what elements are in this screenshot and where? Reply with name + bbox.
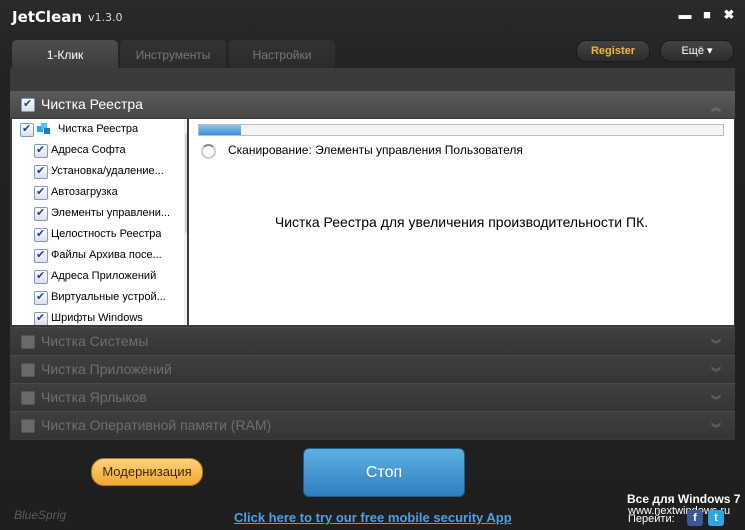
section-ram-checkbox[interactable] xyxy=(21,419,35,433)
section-shortcuts-label: Чистка Ярлыков xyxy=(41,389,147,405)
scan-content-area: Сканирование: Элементы управления Пользо… xyxy=(189,119,734,325)
scan-message: Чистка Реестра для увеличения производит… xyxy=(274,214,649,230)
section-ram-label: Чистка Оперативной памяти (RAM) xyxy=(41,417,272,433)
section-apps-header[interactable]: Чистка Приложений ︾ xyxy=(10,355,735,383)
loading-spinner-icon xyxy=(201,144,216,159)
watermark-title: Все для Windows 7 xyxy=(627,492,741,506)
tree-item-checkbox[interactable] xyxy=(34,227,48,242)
brand-logo: BlueSprig xyxy=(14,508,67,522)
tree-item-label: Файлы Архива посе... xyxy=(51,249,162,261)
tree-root-checkbox[interactable] xyxy=(20,122,34,137)
tree-item-label: Адреса Софта xyxy=(51,144,126,156)
chevron-down-icon[interactable]: ︾ xyxy=(711,392,721,407)
registry-tree-list: Чистка Реестра Адреса Софта Установка/уда… xyxy=(12,119,187,325)
app-title: JetClean xyxy=(12,8,83,26)
chevron-up-icon[interactable]: ︽ xyxy=(711,99,721,114)
tree-item-row[interactable]: Адреса Приложений xyxy=(12,266,172,287)
tab-settings[interactable]: Настройки xyxy=(229,40,335,68)
app-version: v1.3.0 xyxy=(88,11,123,24)
scroll-up-icon[interactable]: ▲ xyxy=(184,119,187,133)
app-window: JetClean v1.3.0 ▬ ■ ✖ 1-Клик Инструменты… xyxy=(0,0,745,530)
section-apps-checkbox[interactable] xyxy=(21,363,35,377)
section-shortcuts-header[interactable]: Чистка Ярлыков ︾ xyxy=(10,383,735,411)
section-system-header[interactable]: Чистка Системы ︾ xyxy=(10,327,735,355)
register-button[interactable]: Register xyxy=(576,40,650,62)
minimize-icon[interactable]: ▬ xyxy=(678,8,692,22)
more-dropdown-button[interactable]: Ещё ▾ xyxy=(660,40,734,62)
maximize-icon[interactable]: ■ xyxy=(700,8,714,22)
facebook-icon[interactable]: f xyxy=(687,510,703,526)
tab-tools[interactable]: Инструменты xyxy=(120,40,226,68)
tree-item-label: Элементы управлени... xyxy=(51,207,171,219)
section-apps-label: Чистка Приложений xyxy=(41,361,172,377)
title-bar[interactable]: JetClean v1.3.0 ▬ ■ ✖ xyxy=(0,0,745,32)
section-registry-header[interactable]: Чистка Реестра ︽ xyxy=(10,91,735,118)
section-registry-checkbox[interactable] xyxy=(21,97,35,112)
scan-progress-fill xyxy=(199,125,241,135)
scroll-down-icon[interactable]: ▼ xyxy=(184,311,187,325)
tree-item-checkbox[interactable] xyxy=(34,311,48,325)
chevron-down-icon[interactable]: ︾ xyxy=(711,336,721,351)
tree-item-row[interactable]: Элементы управлени... xyxy=(12,203,172,224)
section-shortcuts-checkbox[interactable] xyxy=(21,391,35,405)
tree-item-label: Целостность Реестра xyxy=(51,228,162,240)
tree-item-checkbox[interactable] xyxy=(34,143,48,158)
tree-item-checkbox[interactable] xyxy=(34,206,48,221)
watermark-follow: Перейти: xyxy=(628,513,675,525)
tree-root-label: Чистка Реестра xyxy=(58,123,139,135)
twitter-icon[interactable]: t xyxy=(708,510,724,526)
scan-progress-bar xyxy=(198,124,724,136)
tree-item-checkbox[interactable] xyxy=(34,269,48,284)
tree-item-label: Шрифты Windows xyxy=(51,312,143,324)
scan-status-text: Сканирование: Элементы управления Пользо… xyxy=(228,143,523,157)
tree-item-label: Адреса Приложений xyxy=(51,270,157,282)
tree-item-row[interactable]: Шрифты Windows xyxy=(12,308,172,325)
scrollbar-thumb[interactable] xyxy=(185,133,187,233)
tree-item-row[interactable]: Файлы Архива посе... xyxy=(12,245,172,266)
tree-item-checkbox[interactable] xyxy=(34,185,48,200)
tree-root-row[interactable]: Чистка Реестра xyxy=(12,119,172,140)
tree-item-checkbox[interactable] xyxy=(34,290,48,305)
upgrade-button[interactable]: Модернизация xyxy=(91,458,203,486)
close-icon[interactable]: ✖ xyxy=(722,8,736,22)
section-system-checkbox[interactable] xyxy=(21,335,35,349)
tree-item-row[interactable]: Автозагрузка xyxy=(12,182,172,203)
tree-item-label: Виртуальные устрой... xyxy=(51,291,166,303)
section-system-label: Чистка Системы xyxy=(41,333,149,349)
chevron-down-icon[interactable]: ︾ xyxy=(711,420,721,435)
tree-item-label: Автозагрузка xyxy=(51,186,118,198)
tree-item-row[interactable]: Виртуальные устрой... xyxy=(12,287,172,308)
stop-button[interactable]: Стоп xyxy=(303,448,465,497)
tree-item-row[interactable]: Целостность Реестра xyxy=(12,224,172,245)
tree-item-row[interactable]: Установка/удаление... xyxy=(12,161,172,182)
registry-icon xyxy=(36,121,50,135)
section-ram-header[interactable]: Чистка Оперативной памяти (RAM) ︾ xyxy=(10,411,735,439)
tree-item-label: Установка/удаление... xyxy=(51,165,164,177)
tab-one-click[interactable]: 1-Клик xyxy=(12,40,118,68)
mobile-app-promo-link[interactable]: Click here to try our free mobile securi… xyxy=(234,510,512,525)
tree-item-checkbox[interactable] xyxy=(34,164,48,179)
section-registry-label: Чистка Реестра xyxy=(41,96,143,112)
tree-item-checkbox[interactable] xyxy=(34,248,48,263)
tree-item-row[interactable]: Адреса Софта xyxy=(12,140,172,161)
chevron-down-icon[interactable]: ︾ xyxy=(711,364,721,379)
tree-scrollbar[interactable]: ▲ ▼ xyxy=(184,119,187,325)
